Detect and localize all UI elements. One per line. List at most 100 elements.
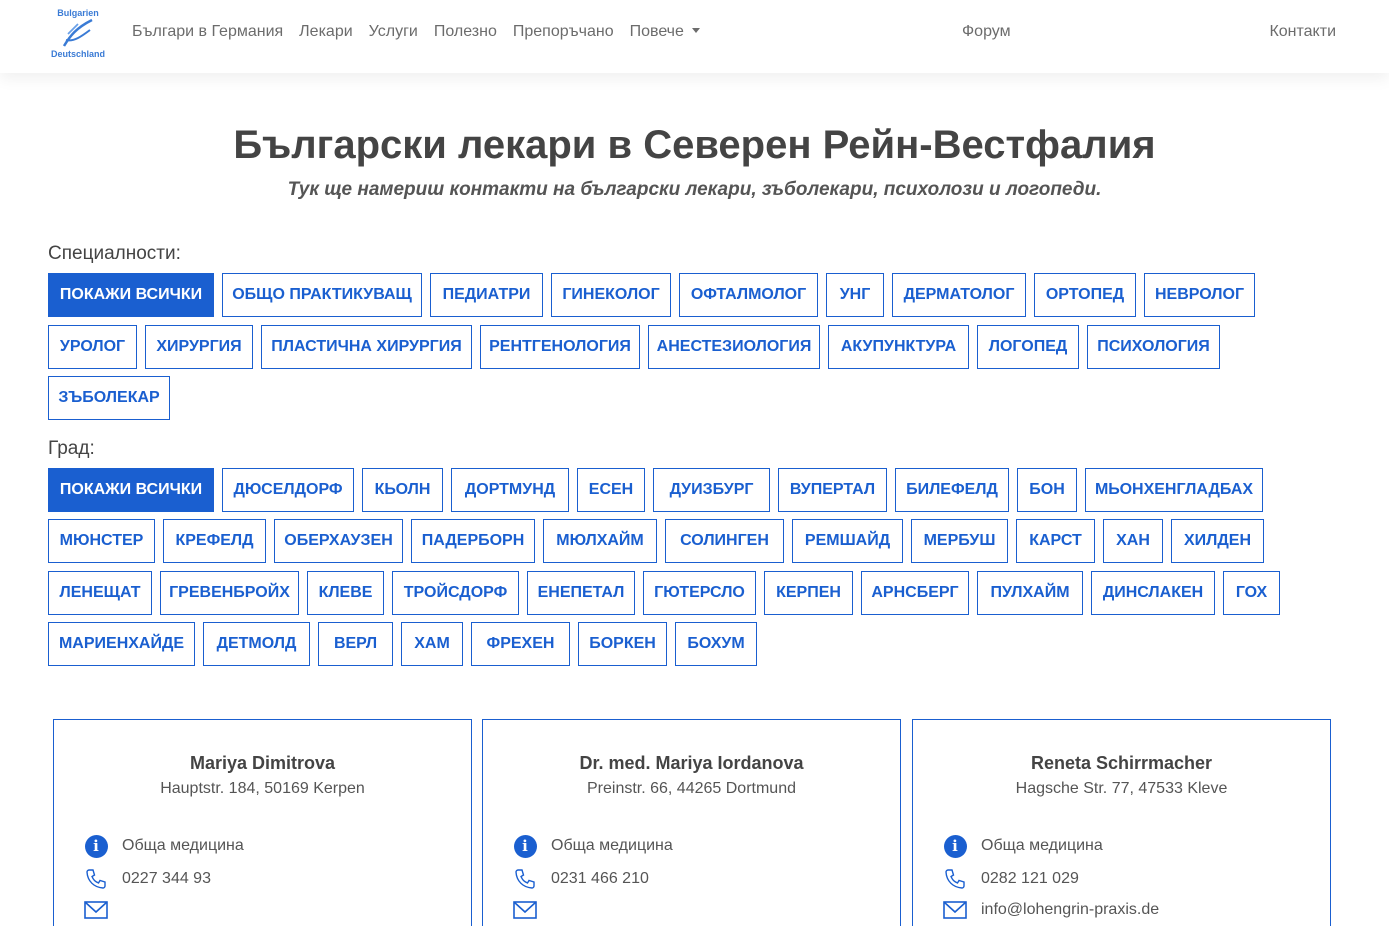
city-filter-kaarst[interactable]: КАРСТ [1016, 519, 1095, 563]
nav-dropdown-more[interactable]: Повече [630, 22, 700, 42]
page-title: Български лекари в Северен Рейн-Вестфали… [233, 123, 1156, 167]
doctor-email-row[interactable] [513, 898, 551, 922]
city-filter-bielefeld[interactable]: БИЛЕФЕЛД [895, 468, 1009, 512]
doctor-phone[interactable]: 0227 344 93 [122, 869, 211, 889]
city-filter-dusseldorf[interactable]: ДЮСЕЛДОРФ [222, 468, 354, 512]
city-filter-goch[interactable]: ГОХ [1223, 571, 1280, 615]
caret-down-icon [691, 28, 700, 33]
city-filter-kleve[interactable]: КЛЕВЕ [307, 571, 384, 615]
city-filter-remscheid[interactable]: РЕМШАЙД [792, 519, 903, 563]
city-filter-monchengladbach[interactable]: МЬОНХЕНГЛАДБАХ [1085, 468, 1263, 512]
city-filter-pulheim[interactable]: ПУЛХАЙМ [977, 571, 1083, 615]
city-filter-lennestadt[interactable]: ЛЕНЕЩАТ [48, 571, 152, 615]
envelope-icon[interactable] [513, 898, 537, 922]
city-filter-bonn[interactable]: БОН [1017, 468, 1077, 512]
city-filter-ennepetal[interactable]: ЕНЕПЕТАЛ [527, 571, 635, 615]
site-logo[interactable]: Bulgarien Deutschland [48, 6, 108, 62]
doctor-email-row[interactable]: info@lohengrin-praxis.de [943, 898, 1159, 922]
city-filter-all[interactable]: ПОКАЖИ ВСИЧКИ [48, 468, 214, 512]
city-filter-paderborn[interactable]: ПАДЕРБОРН [411, 519, 535, 563]
logo-icon: Bulgarien Deutschland [51, 8, 105, 59]
nav-link-bulgarians[interactable]: Българи в Германия [132, 22, 283, 42]
city-filter-hamm[interactable]: ХАМ [401, 622, 463, 666]
cities-row-4: МАРИЕНХАЙДЕ ДЕТМОЛД ВЕРЛ ХАМ ФРЕХЕН БОРК… [48, 622, 757, 666]
specialty-filter-general[interactable]: ОБЩО ПРАКТИКУВАЩ [222, 273, 422, 317]
nav-link-recommended[interactable]: Препоръчано [513, 22, 614, 42]
specialty-filter-anesthesiology[interactable]: АНЕСТЕЗИОЛОГИЯ [648, 325, 820, 369]
city-filter-meerbusch[interactable]: МЕРБУШ [911, 519, 1008, 563]
specialty-filter-orthopedics[interactable]: ОРТОПЕД [1034, 273, 1136, 317]
doctor-phone[interactable]: 0282 121 029 [981, 869, 1079, 889]
doctor-phone-row[interactable]: 0282 121 029 [943, 867, 1079, 891]
doctor-name: Mariya Dimitrova [189, 753, 336, 773]
envelope-icon[interactable] [943, 898, 967, 922]
city-filter-werl[interactable]: ВЕРЛ [318, 622, 393, 666]
doctor-specialty: Обща медицина [551, 837, 673, 854]
specialty-filter-dentist[interactable]: ЗЪБОЛЕКАР [48, 376, 170, 420]
city-filter-arnsberg[interactable]: АРНСБЕРГ [861, 571, 969, 615]
nav-link-useful[interactable]: Полезно [434, 22, 497, 42]
specialty-filter-acupuncture[interactable]: АКУПУНКТУРА [828, 325, 969, 369]
specialty-filter-neurology[interactable]: НЕВРОЛОГ [1144, 273, 1255, 317]
specialties-row-3: ЗЪБОЛЕКАР [48, 376, 170, 420]
city-filter-bochum[interactable]: БОХУМ [675, 622, 757, 666]
specialty-filter-ophthalmology[interactable]: ОФТАЛМОЛОГ [679, 273, 818, 317]
info-icon: i [84, 834, 108, 858]
main-nav: Българи в Германия Лекари Услуги Полезно… [132, 22, 716, 42]
city-filter-krefeld[interactable]: КРЕФЕЛД [163, 519, 266, 563]
city-filter-koln[interactable]: КЬОЛН [362, 468, 443, 512]
doctor-email-row[interactable] [84, 898, 122, 922]
city-filter-munster[interactable]: МЮНСТЕР [48, 519, 155, 563]
nav-dropdown-more-label: Повече [629, 23, 684, 40]
city-filter-dinslaken[interactable]: ДИНСЛАКЕН [1091, 571, 1215, 615]
specialty-filter-pediatrics[interactable]: ПЕДИАТРИ [430, 273, 543, 317]
city-filter-hilden[interactable]: ХИЛДЕН [1171, 519, 1264, 563]
city-filter-marienheide[interactable]: МАРИЕНХАЙДЕ [48, 622, 195, 666]
city-filter-grevenbroich[interactable]: ГРЕВЕНБРОЙХ [160, 571, 299, 615]
city-filter-wuppertal[interactable]: ВУПЕРТАЛ [778, 468, 887, 512]
doctor-name: Dr. med. Mariya Iordanova [579, 753, 804, 773]
city-filter-borken[interactable]: БОРКЕН [578, 622, 667, 666]
cities-row-2: МЮНСТЕР КРЕФЕЛД ОБЕРХАУЗЕН ПАДЕРБОРН МЮЛ… [48, 519, 1264, 563]
doctor-card: Reneta Schirrmacher Hagsche Str. 77, 475… [912, 719, 1331, 926]
city-filter-troisdorf[interactable]: ТРОЙСДОРФ [392, 571, 519, 615]
city-filter-mulheim[interactable]: МЮЛХАЙМ [543, 519, 657, 563]
info-icon: i [513, 834, 537, 858]
specialties-row-2: УРОЛОГ ХИРУРГИЯ ПЛАСТИЧНА ХИРУРГИЯ РЕНТГ… [48, 325, 1220, 369]
cities-label: Град: [48, 438, 95, 459]
nav-link-forum[interactable]: Форум [962, 22, 1011, 42]
nav-link-services[interactable]: Услуги [369, 22, 418, 42]
specialty-filter-dermatology[interactable]: ДЕРМАТОЛОГ [892, 273, 1026, 317]
city-filter-frechen[interactable]: ФРЕХЕН [471, 622, 570, 666]
city-filter-detmold[interactable]: ДЕТМОЛД [203, 622, 310, 666]
specialty-filter-plastic-surgery[interactable]: ПЛАСТИЧНА ХИРУРГИЯ [261, 325, 472, 369]
doctor-specialty-row: i Обща медицина [943, 834, 1103, 858]
envelope-icon[interactable] [84, 898, 108, 922]
specialty-filter-radiology[interactable]: РЕНТГЕНОЛОГИЯ [480, 325, 640, 369]
doctor-email[interactable]: info@lohengrin-praxis.de [981, 900, 1159, 920]
specialty-filter-urology[interactable]: УРОЛОГ [48, 325, 137, 369]
doctor-card: Mariya Dimitrova Hauptstr. 184, 50169 Ke… [53, 719, 472, 926]
city-filter-duisburg[interactable]: ДУИЗБУРГ [653, 468, 770, 512]
specialty-filter-surgery[interactable]: ХИРУРГИЯ [145, 325, 253, 369]
city-filter-gutersloh[interactable]: ГЮТЕРСЛО [643, 571, 756, 615]
city-filter-oberhausen[interactable]: ОБЕРХАУЗЕН [274, 519, 403, 563]
doctor-phone-row[interactable]: 0231 466 210 [513, 867, 649, 891]
specialty-filter-gynecology[interactable]: ГИНЕКОЛОГ [551, 273, 671, 317]
specialty-filter-speech-therapy[interactable]: ЛОГОПЕД [977, 325, 1079, 369]
cities-row-3: ЛЕНЕЩАТ ГРЕВЕНБРОЙХ КЛЕВЕ ТРОЙСДОРФ ЕНЕП… [48, 571, 1280, 615]
doctor-address: Hauptstr. 184, 50169 Kerpen [160, 780, 365, 797]
doctor-phone[interactable]: 0231 466 210 [551, 869, 649, 889]
specialty-filter-ent[interactable]: УНГ [826, 273, 884, 317]
city-filter-solingen[interactable]: СОЛИНГЕН [665, 519, 784, 563]
city-filter-kerpen[interactable]: КЕРПЕН [764, 571, 853, 615]
nav-link-doctors[interactable]: Лекари [299, 22, 352, 42]
nav-link-contacts[interactable]: Контакти [1269, 22, 1336, 42]
specialty-filter-psychology[interactable]: ПСИХОЛОГИЯ [1087, 325, 1220, 369]
doctor-phone-row[interactable]: 0227 344 93 [84, 867, 211, 891]
city-filter-essen[interactable]: ЕСЕН [577, 468, 645, 512]
city-filter-hamm-han[interactable]: ХАН [1103, 519, 1163, 563]
specialty-filter-all[interactable]: ПОКАЖИ ВСИЧКИ [48, 273, 214, 317]
cities-row-1: ПОКАЖИ ВСИЧКИ ДЮСЕЛДОРФ КЬОЛН ДОРТМУНД Е… [48, 468, 1263, 512]
city-filter-dortmund[interactable]: ДОРТМУНД [451, 468, 569, 512]
